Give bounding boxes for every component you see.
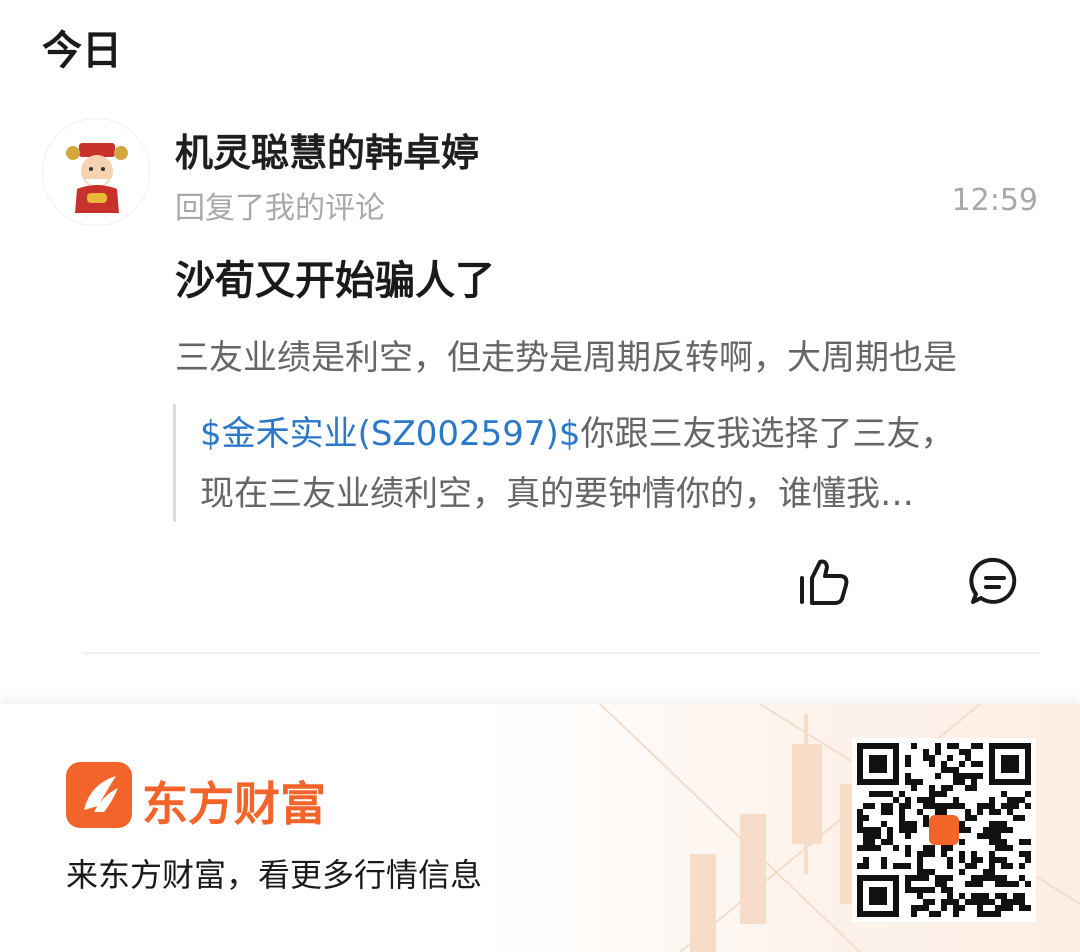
quote-text-rest: 你跟三友我选择了三友， <box>580 414 955 454</box>
avatar-illustration <box>43 119 149 225</box>
brand-name: 东方财富 <box>142 777 326 831</box>
brand-slogan: 来东方财富，看更多行情信息 <box>66 856 483 894</box>
quote-line-2: 现在三友业绩利空，真的要钟情你的，谁懂我… <box>200 474 914 514</box>
brand-logo-icon <box>66 762 132 828</box>
avatar[interactable] <box>42 118 150 226</box>
qr-code <box>852 738 1036 922</box>
action-text: 回复了我的评论 <box>175 191 385 226</box>
quote-line-1: $金禾实业(SZ002597)$你跟三友我选择了三友， <box>200 404 1033 464</box>
reply-text[interactable]: 沙荀又开始骗人了 <box>175 248 495 306</box>
thumbs-up-icon <box>800 559 849 605</box>
original-comment-preview[interactable]: 三友业绩是利空，但走势是周期反转啊，大周期也是 <box>175 330 1080 379</box>
timestamp: 12:59 <box>951 183 1038 218</box>
comment-icon <box>969 557 1017 604</box>
comment-button[interactable] <box>967 554 1023 610</box>
promo-banner[interactable]: 东方财富 来东方财富，看更多行情信息 <box>0 704 1080 952</box>
username[interactable]: 机灵聪慧的韩卓婷 <box>175 122 479 177</box>
quoted-post[interactable]: $金禾实业(SZ002597)$你跟三友我选择了三友， 现在三友业绩利空，真的要… <box>173 404 1033 522</box>
stock-link[interactable]: $金禾实业(SZ002597)$ <box>200 414 580 454</box>
like-button[interactable] <box>796 554 854 612</box>
divider <box>82 652 1040 654</box>
section-title: 今日 <box>42 28 122 74</box>
